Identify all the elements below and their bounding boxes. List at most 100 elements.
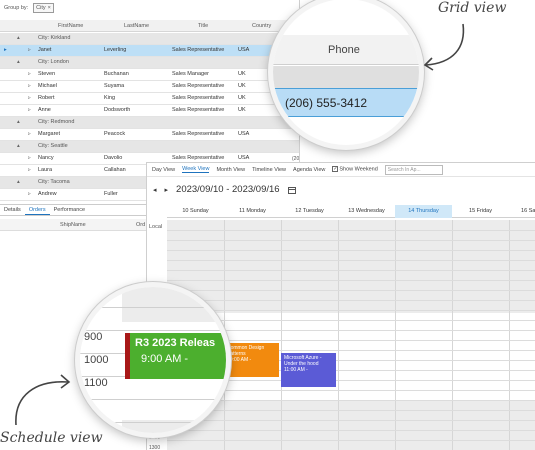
column-header-firstname[interactable]: FirstName (58, 23, 83, 29)
table-cell[interactable]: Steven (38, 71, 55, 77)
table-cell[interactable]: Buchanan (104, 71, 129, 77)
group-row[interactable]: ▴ City: London (0, 57, 299, 69)
day-header-today[interactable]: 14 Thursday (395, 205, 452, 218)
selected-phone-cell[interactable]: (206) 555-3412 (273, 88, 419, 117)
tab-details[interactable]: Details (0, 205, 25, 215)
column-header-order[interactable]: Ord (136, 222, 145, 228)
column-header-title[interactable]: Title (198, 23, 208, 29)
day-header[interactable]: 15 Friday (452, 205, 509, 218)
table-row[interactable]: ▹ ▸ Janet Leverling Sales Representative USA (0, 45, 299, 57)
appointment-common-design-patterns[interactable]: Common Design Patterns 10:00 AM - (224, 343, 279, 377)
table-cell[interactable]: Nancy (38, 155, 54, 161)
expander-icon[interactable]: ▴ (17, 119, 20, 125)
table-cell[interactable]: Janet (38, 47, 51, 53)
schedule-view-annotation: Schedule view (0, 430, 103, 446)
day-header[interactable]: 10 Sunday (167, 205, 224, 218)
table-cell[interactable]: USA (238, 47, 249, 53)
view-timeline[interactable]: Timeline View (252, 167, 286, 173)
expander-icon[interactable]: ▹ (28, 107, 31, 113)
prev-icon[interactable]: ◂ (153, 186, 157, 194)
calendar-icon[interactable] (287, 186, 296, 194)
tab-performance[interactable]: Performance (50, 205, 90, 215)
table-cell[interactable]: UK (238, 95, 246, 101)
table-cell[interactable]: Fuller (104, 191, 118, 197)
table-cell[interactable]: Sales Representative (172, 47, 224, 53)
expander-icon[interactable]: ▴ (17, 143, 20, 149)
view-month[interactable]: Month View (216, 167, 245, 173)
next-icon[interactable]: ▸ (165, 186, 169, 194)
table-cell[interactable]: Sales Representative (172, 131, 224, 137)
show-weekend-toggle[interactable]: ✓ Show Weekend (332, 166, 378, 173)
appointment-title: R3 2023 Releas (135, 337, 216, 349)
view-switcher: Day View Week View Month View Timeline V… (147, 163, 535, 177)
table-cell[interactable]: King (104, 95, 115, 101)
search-input[interactable]: Search In Ap... (384, 164, 443, 175)
time-ruler-zoom: 900 1000 1100 (80, 287, 122, 433)
table-cell[interactable]: Leverling (104, 47, 126, 53)
group-row[interactable]: ▴ City: Redmond (0, 117, 299, 129)
view-agenda[interactable]: Agenda View (293, 167, 325, 173)
table-row[interactable]: ▹ Steven Buchanan Sales Manager UK (0, 69, 299, 81)
expander-icon[interactable]: ▹ (28, 95, 31, 101)
table-cell[interactable]: Robert (38, 95, 55, 101)
table-cell[interactable]: Margaret (38, 131, 60, 137)
table-cell[interactable]: Dodsworth (104, 107, 130, 113)
table-cell[interactable]: USA (238, 131, 249, 137)
view-day[interactable]: Day View (152, 167, 175, 173)
table-cell[interactable]: Sales Representative (172, 95, 224, 101)
table-row[interactable]: ▹ Margaret Peacock Sales Representative USA (0, 129, 299, 141)
table-cell[interactable]: Laura (38, 167, 52, 173)
day-header[interactable]: 16 Sat (509, 205, 535, 218)
view-week[interactable]: Week View (182, 166, 210, 173)
table-row[interactable]: ▹ Anne Dodsworth Sales Representative UK (0, 105, 299, 117)
appointment-microsoft-azure[interactable]: Microsoft Azure - Under the hood 11:00 A… (281, 353, 336, 387)
expander-icon[interactable]: ▹ (28, 83, 31, 89)
expander-icon[interactable]: ▹ (28, 191, 31, 197)
group-row[interactable]: ▴ City: Kirkland (0, 33, 299, 45)
group-chip[interactable]: City × (33, 3, 54, 13)
current-row-icon: ▸ (4, 46, 7, 53)
expander-icon[interactable]: ▴ (17, 179, 20, 185)
column-header-shipname[interactable]: ShipName (60, 222, 86, 228)
column-header-lastname[interactable]: LastName (124, 23, 149, 29)
table-cell[interactable]: Sales Representative (172, 155, 224, 161)
table-cell[interactable]: Suyama (104, 83, 124, 89)
close-icon[interactable]: × (48, 5, 51, 11)
group-row[interactable]: ▴ City: Seattle (0, 141, 299, 153)
table-cell[interactable]: Andrew (38, 191, 57, 197)
expander-icon[interactable]: ▹ (28, 131, 31, 137)
expander-icon[interactable]: ▴ (17, 35, 20, 41)
day-header[interactable]: 12 Tuesday (281, 205, 338, 218)
appointment-r3-release[interactable]: R3 2023 Releas 9:00 AM - (125, 333, 226, 379)
expander-icon[interactable]: ▹ (28, 155, 31, 161)
appointment-time: 9:00 AM - (141, 353, 189, 365)
tab-orders[interactable]: Orders (24, 205, 50, 215)
table-row[interactable]: ▹ Michael Suyama Sales Representative UK (0, 81, 299, 93)
table-cell[interactable]: Peacock (104, 131, 125, 137)
table-cell[interactable]: UK (238, 71, 246, 77)
day-header[interactable]: 11 Monday (224, 205, 281, 218)
checkbox-icon[interactable]: ✓ (332, 166, 339, 173)
table-cell[interactable]: USA (238, 155, 249, 161)
table-cell[interactable]: Anne (38, 107, 51, 113)
expander-icon[interactable]: ▹ (28, 71, 31, 77)
day-header[interactable]: 13 Wednesday (338, 205, 395, 218)
table-cell[interactable]: Sales Representative (172, 107, 224, 113)
arrow-icon (423, 23, 465, 71)
expander-icon[interactable]: ▹ (28, 167, 31, 173)
table-cell[interactable]: Sales Representative (172, 83, 224, 89)
time-slot-divider (167, 260, 535, 261)
expander-icon[interactable]: ▹ (28, 47, 31, 53)
table-row[interactable]: ▹ Robert King Sales Representative UK (0, 93, 299, 105)
table-cell[interactable]: Callahan (104, 167, 126, 173)
column-header-country[interactable]: Country (252, 23, 271, 29)
table-cell[interactable]: Davolio (104, 155, 122, 161)
table-cell[interactable]: Michael (38, 83, 57, 89)
table-cell[interactable]: Sales Manager (172, 71, 209, 77)
time-slot-divider (80, 307, 226, 308)
time-slot-divider (167, 240, 535, 241)
table-cell[interactable]: UK (238, 83, 246, 89)
table-cell[interactable]: UK (238, 107, 246, 113)
expander-icon[interactable]: ▴ (17, 59, 20, 65)
group-label: City: Kirkland (38, 34, 71, 41)
